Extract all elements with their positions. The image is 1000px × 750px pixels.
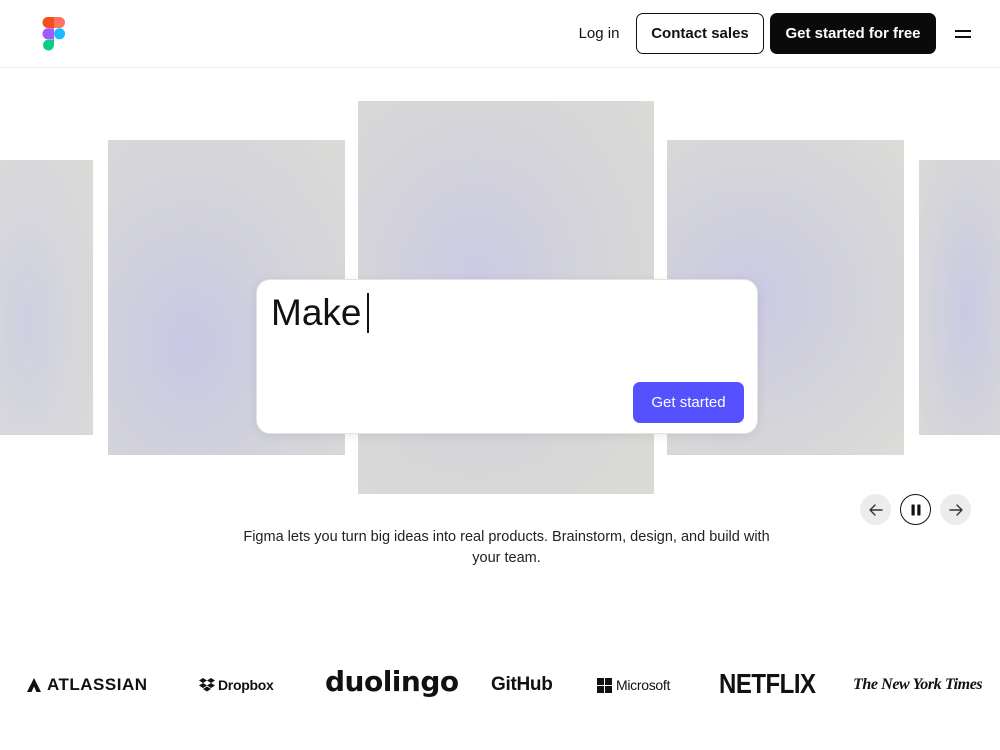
- nyt-logo: The New York Times: [853, 660, 983, 710]
- arrow-right-icon: [948, 503, 963, 516]
- site-header: Log in Contact sales Get started for fre…: [0, 0, 1000, 68]
- netflix-logo-text: NETFLIX: [719, 668, 816, 700]
- netflix-logo: NETFLIX: [719, 656, 816, 714]
- microsoft-logo: Microsoft: [597, 660, 670, 710]
- text-caret: [367, 293, 369, 333]
- prompt-text: Make: [271, 292, 362, 333]
- atlassian-logo: ATLASSIAN: [26, 660, 148, 710]
- hamburger-menu-icon[interactable]: [950, 24, 976, 44]
- arrow-left-icon: [868, 503, 883, 516]
- carousel-pause-button[interactable]: [900, 494, 931, 525]
- dropbox-logo: Dropbox: [198, 660, 274, 710]
- pause-icon: [911, 504, 920, 515]
- get-started-free-button[interactable]: Get started for free: [770, 13, 936, 54]
- get-started-button[interactable]: Get started: [633, 382, 744, 423]
- duolingo-logo: duolingo: [325, 656, 459, 706]
- duolingo-logo-text: duolingo: [325, 664, 459, 698]
- microsoft-logo-text: Microsoft: [616, 677, 671, 693]
- atlassian-mark-icon: [27, 678, 41, 692]
- microsoft-mark-icon: [597, 677, 612, 693]
- carousel-next-button[interactable]: [940, 494, 971, 525]
- figma-logo-icon[interactable]: [42, 17, 66, 51]
- nyt-logo-text: The New York Times: [853, 676, 983, 693]
- carousel-prev-button[interactable]: [860, 494, 891, 525]
- carousel-slide-far-left: [0, 160, 93, 435]
- contact-sales-button[interactable]: Contact sales: [636, 13, 764, 54]
- carousel-slide-far-right: [919, 160, 1000, 435]
- github-logo-text: GitHub: [491, 674, 553, 695]
- customer-logos: ATLASSIAN Dropbox duolingo GitHub Micros…: [0, 660, 1000, 710]
- dropbox-logo-text: Dropbox: [218, 677, 274, 693]
- prompt-card[interactable]: Make Get started: [256, 279, 758, 434]
- github-logo: GitHub: [491, 660, 553, 710]
- hero-tagline: Figma lets you turn big ideas into real …: [243, 529, 770, 566]
- login-link[interactable]: Log in: [566, 13, 632, 53]
- prompt-input[interactable]: Make: [271, 292, 369, 334]
- dropbox-mark-icon: [199, 678, 215, 692]
- atlassian-logo-text: ATLASSIAN: [47, 675, 148, 694]
